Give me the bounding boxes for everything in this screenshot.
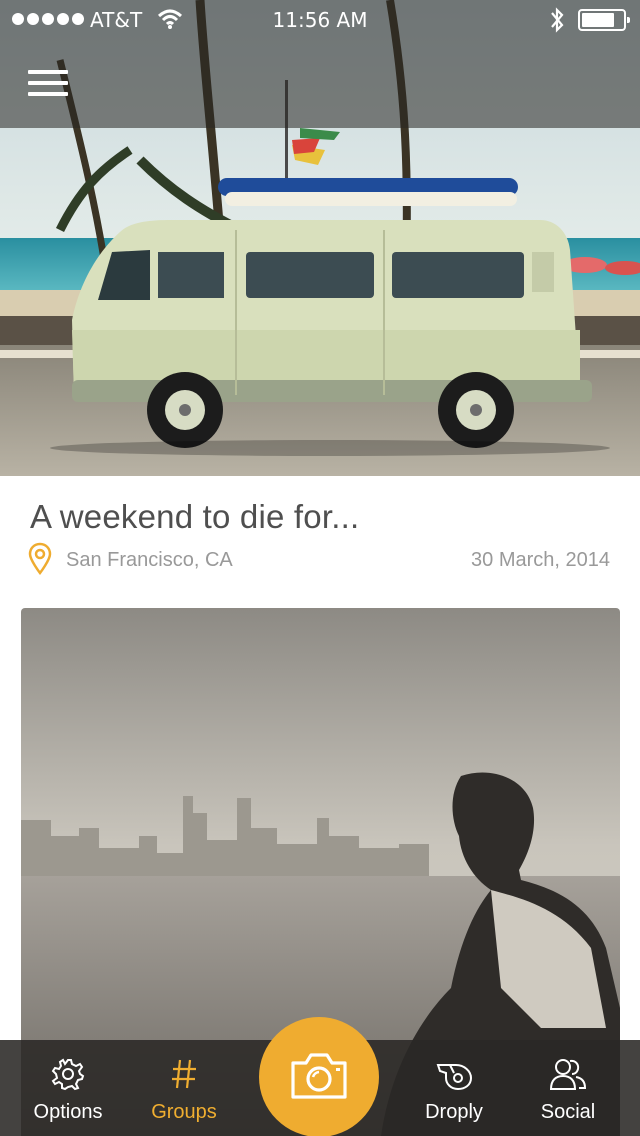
- hashtag-icon: [172, 1059, 196, 1089]
- post-date: 30 March, 2014: [471, 549, 610, 571]
- camera-button[interactable]: [259, 1017, 379, 1136]
- tab-options[interactable]: Options: [8, 1040, 128, 1136]
- tab-label: Groups: [151, 1101, 217, 1123]
- whistle-icon: [436, 1064, 473, 1091]
- gear-icon: [51, 1058, 85, 1091]
- bluetooth-icon: [548, 6, 566, 39]
- tab-label: Options: [33, 1101, 103, 1123]
- status-bar: AT&T 11:56 AM: [0, 0, 640, 40]
- tab-social[interactable]: Social: [508, 1040, 628, 1136]
- users-icon: [549, 1059, 587, 1090]
- camera-icon: [291, 1053, 347, 1099]
- tab-droply[interactable]: Droply: [394, 1040, 514, 1136]
- tab-label: Droply: [425, 1101, 483, 1123]
- tab-label: Social: [540, 1101, 596, 1123]
- post-location[interactable]: San Francisco, CA: [66, 549, 233, 572]
- hamburger-menu-icon[interactable]: [28, 70, 70, 98]
- clock: 11:56 AM: [272, 8, 368, 32]
- post-title[interactable]: A weekend to die for...: [30, 498, 359, 536]
- map-pin-icon: [28, 542, 52, 576]
- tab-groups[interactable]: Groups: [124, 1040, 244, 1136]
- top-header: AT&T 11:56 AM: [0, 0, 640, 128]
- battery-icon: [578, 9, 630, 31]
